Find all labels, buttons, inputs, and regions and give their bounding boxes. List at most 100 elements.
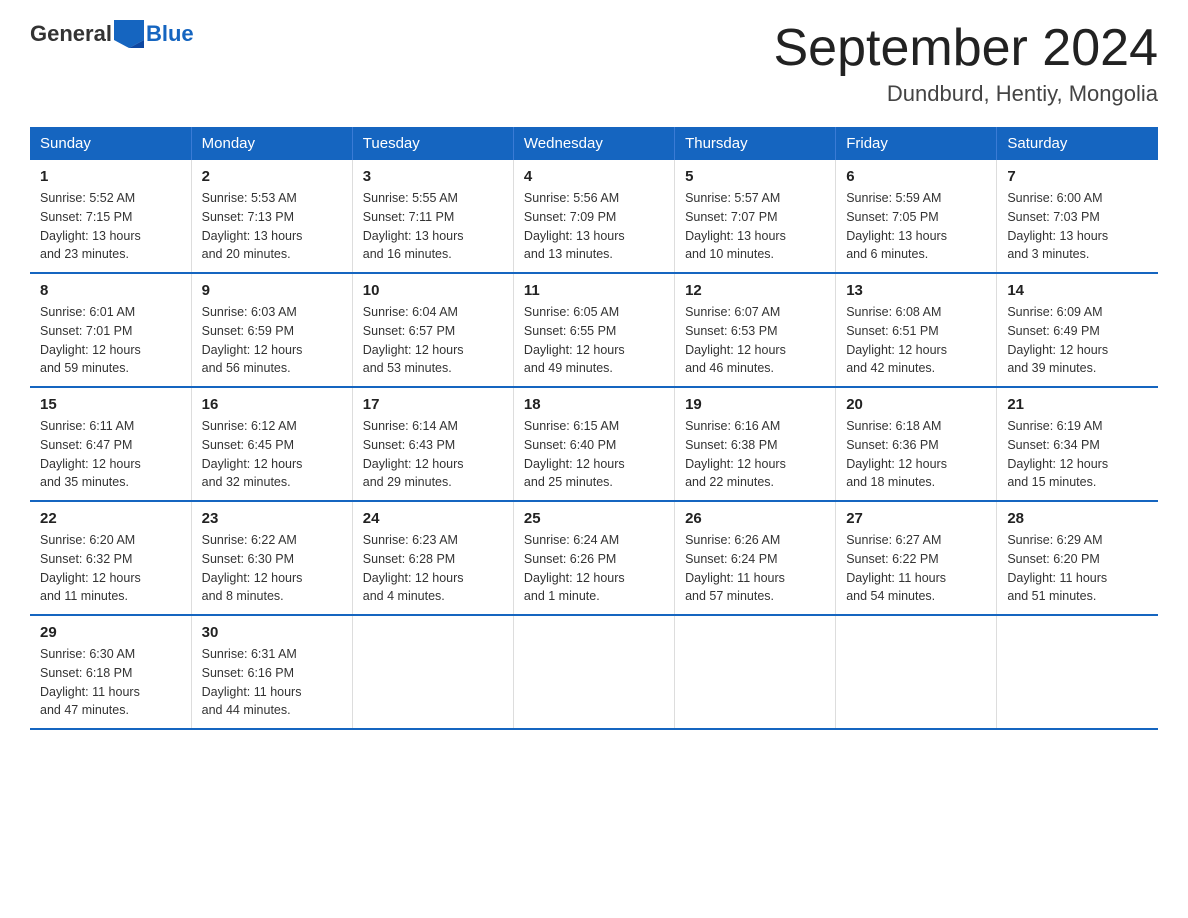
calendar-cell — [836, 615, 997, 729]
day-info: Sunrise: 6:23 AM Sunset: 6:28 PM Dayligh… — [363, 531, 503, 606]
calendar-cell: 4 Sunrise: 5:56 AM Sunset: 7:09 PM Daylig… — [513, 160, 674, 273]
day-info: Sunrise: 6:00 AM Sunset: 7:03 PM Dayligh… — [1007, 189, 1148, 264]
calendar-cell: 22 Sunrise: 6:20 AM Sunset: 6:32 PM Dayli… — [30, 501, 191, 615]
calendar-cell: 27Sunrise: 6:27 AM Sunset: 6:22 PM Dayli… — [836, 501, 997, 615]
page-header: General Blue September 2024 Dundburd, He… — [30, 20, 1158, 107]
calendar-cell — [997, 615, 1158, 729]
day-number: 29 — [40, 624, 181, 641]
day-number: 4 — [524, 168, 664, 185]
day-number: 26 — [685, 510, 825, 527]
day-number: 14 — [1007, 282, 1148, 299]
calendar-cell: 5 Sunrise: 5:57 AM Sunset: 7:07 PM Daylig… — [675, 160, 836, 273]
day-number: 22 — [40, 510, 181, 527]
day-info: Sunrise: 5:57 AM Sunset: 7:07 PM Dayligh… — [685, 189, 825, 264]
calendar-cell: 25Sunrise: 6:24 AM Sunset: 6:26 PM Dayli… — [513, 501, 674, 615]
day-number: 15 — [40, 396, 181, 413]
day-number: 10 — [363, 282, 503, 299]
calendar-cell: 12Sunrise: 6:07 AM Sunset: 6:53 PM Dayli… — [675, 273, 836, 387]
day-info: Sunrise: 6:14 AM Sunset: 6:43 PM Dayligh… — [363, 417, 503, 492]
calendar-cell: 19 Sunrise: 6:16 AM Sunset: 6:38 PM Dayli… — [675, 387, 836, 501]
day-number: 20 — [846, 396, 986, 413]
logo-icon — [114, 20, 144, 48]
calendar-table: SundayMondayTuesdayWednesdayThursdayFrid… — [30, 127, 1158, 730]
calendar-week-row: 15 Sunrise: 6:11 AM Sunset: 6:47 PM Dayli… — [30, 387, 1158, 501]
calendar-cell: 18Sunrise: 6:15 AM Sunset: 6:40 PM Dayli… — [513, 387, 674, 501]
day-number: 13 — [846, 282, 986, 299]
day-info: Sunrise: 5:55 AM Sunset: 7:11 PM Dayligh… — [363, 189, 503, 264]
logo-general: General — [30, 21, 112, 47]
calendar-cell: 16 Sunrise: 6:12 AM Sunset: 6:45 PM Dayli… — [191, 387, 352, 501]
day-info: Sunrise: 6:22 AM Sunset: 6:30 PM Dayligh… — [202, 531, 342, 606]
calendar-cell: 30Sunrise: 6:31 AM Sunset: 6:16 PM Dayli… — [191, 615, 352, 729]
day-info: Sunrise: 6:11 AM Sunset: 6:47 PM Dayligh… — [40, 417, 181, 492]
day-info: Sunrise: 6:20 AM Sunset: 6:32 PM Dayligh… — [40, 531, 181, 606]
calendar-week-row: 29 Sunrise: 6:30 AM Sunset: 6:18 PM Dayli… — [30, 615, 1158, 729]
calendar-cell: 1 Sunrise: 5:52 AM Sunset: 7:15 PM Daylig… — [30, 160, 191, 273]
main-title: September 2024 — [774, 20, 1159, 77]
day-info: Sunrise: 5:56 AM Sunset: 7:09 PM Dayligh… — [524, 189, 664, 264]
weekday-header: Thursday — [675, 127, 836, 160]
calendar-cell: 13 Sunrise: 6:08 AM Sunset: 6:51 PM Dayli… — [836, 273, 997, 387]
day-number: 28 — [1007, 510, 1148, 527]
day-info: Sunrise: 6:12 AM Sunset: 6:45 PM Dayligh… — [202, 417, 342, 492]
day-info: Sunrise: 6:18 AM Sunset: 6:36 PM Dayligh… — [846, 417, 986, 492]
calendar-cell: 24 Sunrise: 6:23 AM Sunset: 6:28 PM Dayli… — [352, 501, 513, 615]
day-number: 16 — [202, 396, 342, 413]
calendar-cell: 6 Sunrise: 5:59 AM Sunset: 7:05 PM Daylig… — [836, 160, 997, 273]
day-info: Sunrise: 6:08 AM Sunset: 6:51 PM Dayligh… — [846, 303, 986, 378]
weekday-header: Sunday — [30, 127, 191, 160]
day-number: 7 — [1007, 168, 1148, 185]
calendar-week-row: 8Sunrise: 6:01 AM Sunset: 7:01 PM Daylig… — [30, 273, 1158, 387]
calendar-cell: 14 Sunrise: 6:09 AM Sunset: 6:49 PM Dayli… — [997, 273, 1158, 387]
day-info: Sunrise: 6:09 AM Sunset: 6:49 PM Dayligh… — [1007, 303, 1148, 378]
day-info: Sunrise: 6:26 AM Sunset: 6:24 PM Dayligh… — [685, 531, 825, 606]
weekday-header: Tuesday — [352, 127, 513, 160]
day-info: Sunrise: 6:16 AM Sunset: 6:38 PM Dayligh… — [685, 417, 825, 492]
day-number: 11 — [524, 282, 664, 299]
day-number: 9 — [202, 282, 342, 299]
calendar-cell: 29 Sunrise: 6:30 AM Sunset: 6:18 PM Dayli… — [30, 615, 191, 729]
calendar-cell: 26 Sunrise: 6:26 AM Sunset: 6:24 PM Dayli… — [675, 501, 836, 615]
day-number: 24 — [363, 510, 503, 527]
calendar-cell: 2 Sunrise: 5:53 AM Sunset: 7:13 PM Daylig… — [191, 160, 352, 273]
day-number: 19 — [685, 396, 825, 413]
day-info: Sunrise: 6:04 AM Sunset: 6:57 PM Dayligh… — [363, 303, 503, 378]
day-info: Sunrise: 6:19 AM Sunset: 6:34 PM Dayligh… — [1007, 417, 1148, 492]
day-number: 30 — [202, 624, 342, 641]
day-info: Sunrise: 6:29 AM Sunset: 6:20 PM Dayligh… — [1007, 531, 1148, 606]
calendar-cell: 21 Sunrise: 6:19 AM Sunset: 6:34 PM Dayli… — [997, 387, 1158, 501]
day-info: Sunrise: 6:07 AM Sunset: 6:53 PM Dayligh… — [685, 303, 825, 378]
day-number: 18 — [524, 396, 664, 413]
calendar-cell: 3Sunrise: 5:55 AM Sunset: 7:11 PM Daylig… — [352, 160, 513, 273]
calendar-cell — [513, 615, 674, 729]
calendar-cell: 17Sunrise: 6:14 AM Sunset: 6:43 PM Dayli… — [352, 387, 513, 501]
weekday-header-row: SundayMondayTuesdayWednesdayThursdayFrid… — [30, 127, 1158, 160]
day-info: Sunrise: 5:59 AM Sunset: 7:05 PM Dayligh… — [846, 189, 986, 264]
day-number: 27 — [846, 510, 986, 527]
logo: General Blue — [30, 20, 194, 48]
day-number: 23 — [202, 510, 342, 527]
day-info: Sunrise: 6:01 AM Sunset: 7:01 PM Dayligh… — [40, 303, 181, 378]
calendar-week-row: 22 Sunrise: 6:20 AM Sunset: 6:32 PM Dayli… — [30, 501, 1158, 615]
day-info: Sunrise: 5:52 AM Sunset: 7:15 PM Dayligh… — [40, 189, 181, 264]
weekday-header: Monday — [191, 127, 352, 160]
day-number: 21 — [1007, 396, 1148, 413]
day-info: Sunrise: 6:24 AM Sunset: 6:26 PM Dayligh… — [524, 531, 664, 606]
day-info: Sunrise: 6:05 AM Sunset: 6:55 PM Dayligh… — [524, 303, 664, 378]
calendar-cell: 15 Sunrise: 6:11 AM Sunset: 6:47 PM Dayli… — [30, 387, 191, 501]
weekday-header: Wednesday — [513, 127, 674, 160]
logo-blue: Blue — [146, 21, 194, 47]
day-info: Sunrise: 6:03 AM Sunset: 6:59 PM Dayligh… — [202, 303, 342, 378]
calendar-cell: 20 Sunrise: 6:18 AM Sunset: 6:36 PM Dayli… — [836, 387, 997, 501]
day-info: Sunrise: 5:53 AM Sunset: 7:13 PM Dayligh… — [202, 189, 342, 264]
calendar-cell: 10 Sunrise: 6:04 AM Sunset: 6:57 PM Dayli… — [352, 273, 513, 387]
day-number: 6 — [846, 168, 986, 185]
day-number: 1 — [40, 168, 181, 185]
day-number: 2 — [202, 168, 342, 185]
day-number: 5 — [685, 168, 825, 185]
calendar-cell: 23 Sunrise: 6:22 AM Sunset: 6:30 PM Dayli… — [191, 501, 352, 615]
day-info: Sunrise: 6:30 AM Sunset: 6:18 PM Dayligh… — [40, 645, 181, 720]
title-block: September 2024 Dundburd, Hentiy, Mongoli… — [774, 20, 1159, 107]
calendar-cell — [352, 615, 513, 729]
weekday-header: Friday — [836, 127, 997, 160]
